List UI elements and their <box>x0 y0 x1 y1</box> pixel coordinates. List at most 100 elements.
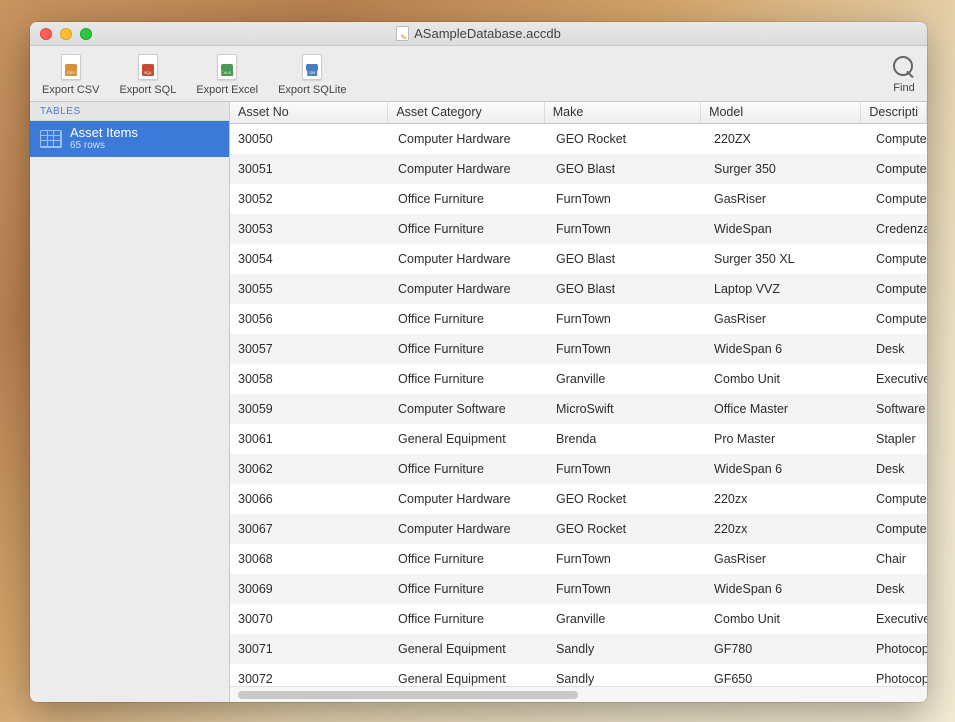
table-cell[interactable]: Office Furniture <box>390 582 548 596</box>
table-cell[interactable]: Computer Hardware <box>390 522 548 536</box>
table-cell[interactable]: 30051 <box>230 162 390 176</box>
table-cell[interactable]: Office Furniture <box>390 462 548 476</box>
table-cell[interactable]: GEO Blast <box>548 282 706 296</box>
table-cell[interactable]: Computer Hardware <box>390 492 548 506</box>
table-cell[interactable]: Compute <box>868 312 927 326</box>
table-cell[interactable]: WideSpan 6 <box>706 462 868 476</box>
export-sqlite-button[interactable]: DB Export SQLite <box>274 50 350 98</box>
table-cell[interactable]: GF650 <box>706 672 868 686</box>
zoom-button[interactable] <box>80 28 92 40</box>
table-cell[interactable]: GEO Blast <box>548 252 706 266</box>
table-cell[interactable]: 30052 <box>230 192 390 206</box>
table-cell[interactable]: Compute <box>868 282 927 296</box>
table-cell[interactable]: Office Furniture <box>390 192 548 206</box>
table-cell[interactable]: GEO Rocket <box>548 492 706 506</box>
table-cell[interactable]: Chair <box>868 552 927 566</box>
table-row[interactable]: 30055Computer HardwareGEO BlastLaptop VV… <box>230 274 927 304</box>
table-body[interactable]: 30050Computer HardwareGEO Rocket220ZXCom… <box>230 124 927 686</box>
table-cell[interactable]: FurnTown <box>548 462 706 476</box>
column-description[interactable]: Descripti <box>861 102 927 123</box>
table-cell[interactable]: GEO Rocket <box>548 132 706 146</box>
table-cell[interactable]: WideSpan 6 <box>706 582 868 596</box>
horizontal-scroll-thumb[interactable] <box>238 691 578 699</box>
column-make[interactable]: Make <box>545 102 701 123</box>
table-cell[interactable]: 30055 <box>230 282 390 296</box>
table-cell[interactable]: Computer Hardware <box>390 282 548 296</box>
table-cell[interactable]: FurnTown <box>548 342 706 356</box>
table-row[interactable]: 30070Office FurnitureGranvilleCombo Unit… <box>230 604 927 634</box>
table-cell[interactable]: Credenza <box>868 222 927 236</box>
table-row[interactable]: 30071General EquipmentSandlyGF780Photoco… <box>230 634 927 664</box>
export-csv-button[interactable]: CSV Export CSV <box>38 50 103 98</box>
table-cell[interactable]: GasRiser <box>706 192 868 206</box>
table-cell[interactable]: 30068 <box>230 552 390 566</box>
table-cell[interactable]: Granville <box>548 612 706 626</box>
table-cell[interactable]: Combo Unit <box>706 372 868 386</box>
table-cell[interactable]: 30059 <box>230 402 390 416</box>
table-row[interactable]: 30066Computer HardwareGEO Rocket220zxCom… <box>230 484 927 514</box>
table-cell[interactable]: 30072 <box>230 672 390 686</box>
table-cell[interactable]: 220zx <box>706 492 868 506</box>
horizontal-scrollbar[interactable] <box>230 686 927 702</box>
table-cell[interactable]: Sandly <box>548 642 706 656</box>
table-cell[interactable]: Granville <box>548 372 706 386</box>
table-cell[interactable]: GEO Blast <box>548 162 706 176</box>
table-cell[interactable]: 30057 <box>230 342 390 356</box>
table-cell[interactable]: Executive <box>868 612 927 626</box>
table-row[interactable]: 30069Office FurnitureFurnTownWideSpan 6D… <box>230 574 927 604</box>
table-cell[interactable]: General Equipment <box>390 432 548 446</box>
table-cell[interactable]: 30053 <box>230 222 390 236</box>
table-row[interactable]: 30067Computer HardwareGEO Rocket220zxCom… <box>230 514 927 544</box>
table-cell[interactable]: WideSpan 6 <box>706 342 868 356</box>
table-cell[interactable]: Computer Hardware <box>390 132 548 146</box>
table-cell[interactable]: WideSpan <box>706 222 868 236</box>
table-cell[interactable]: GasRiser <box>706 552 868 566</box>
table-cell[interactable]: Executive <box>868 372 927 386</box>
export-sql-button[interactable]: SQL Export SQL <box>115 50 180 98</box>
table-row[interactable]: 30053Office FurnitureFurnTownWideSpanCre… <box>230 214 927 244</box>
table-cell[interactable]: 220zx <box>706 522 868 536</box>
table-row[interactable]: 30068Office FurnitureFurnTownGasRiserCha… <box>230 544 927 574</box>
table-cell[interactable]: General Equipment <box>390 642 548 656</box>
sidebar-table-asset-items[interactable]: Asset Items 65 rows <box>30 121 229 157</box>
table-row[interactable]: 30056Office FurnitureFurnTownGasRiserCom… <box>230 304 927 334</box>
table-cell[interactable]: Office Furniture <box>390 552 548 566</box>
table-cell[interactable]: GEO Rocket <box>548 522 706 536</box>
table-row[interactable]: 30058Office FurnitureGranvilleCombo Unit… <box>230 364 927 394</box>
table-cell[interactable]: Office Furniture <box>390 342 548 356</box>
column-asset-no[interactable]: Asset No <box>230 102 388 123</box>
table-cell[interactable]: FurnTown <box>548 582 706 596</box>
table-cell[interactable]: Computer Hardware <box>390 252 548 266</box>
table-cell[interactable]: Stapler <box>868 432 927 446</box>
table-cell[interactable]: Sandly <box>548 672 706 686</box>
table-cell[interactable]: 30054 <box>230 252 390 266</box>
table-cell[interactable]: 30070 <box>230 612 390 626</box>
column-model[interactable]: Model <box>701 102 861 123</box>
export-excel-button[interactable]: XLS Export Excel <box>192 50 262 98</box>
minimize-button[interactable] <box>60 28 72 40</box>
table-cell[interactable]: 30061 <box>230 432 390 446</box>
table-cell[interactable]: Computer Hardware <box>390 162 548 176</box>
table-cell[interactable]: Surger 350 <box>706 162 868 176</box>
table-cell[interactable]: Office Furniture <box>390 612 548 626</box>
table-row[interactable]: 30072General EquipmentSandlyGF650Photoco… <box>230 664 927 686</box>
table-row[interactable]: 30062Office FurnitureFurnTownWideSpan 6D… <box>230 454 927 484</box>
table-cell[interactable]: Compute <box>868 132 927 146</box>
table-row[interactable]: 30054Computer HardwareGEO BlastSurger 35… <box>230 244 927 274</box>
table-cell[interactable]: Desk <box>868 342 927 356</box>
table-cell[interactable]: Software <box>868 402 927 416</box>
table-cell[interactable]: Photocop <box>868 642 927 656</box>
table-cell[interactable]: FurnTown <box>548 312 706 326</box>
table-cell[interactable]: 30069 <box>230 582 390 596</box>
table-row[interactable]: 30050Computer HardwareGEO Rocket220ZXCom… <box>230 124 927 154</box>
table-row[interactable]: 30057Office FurnitureFurnTownWideSpan 6D… <box>230 334 927 364</box>
table-row[interactable]: 30051Computer HardwareGEO BlastSurger 35… <box>230 154 927 184</box>
table-cell[interactable]: 220ZX <box>706 132 868 146</box>
table-cell[interactable]: 30066 <box>230 492 390 506</box>
table-row[interactable]: 30061General EquipmentBrendaPro MasterSt… <box>230 424 927 454</box>
table-cell[interactable]: GasRiser <box>706 312 868 326</box>
table-cell[interactable]: 30058 <box>230 372 390 386</box>
table-cell[interactable]: Desk <box>868 462 927 476</box>
table-row[interactable]: 30052Office FurnitureFurnTownGasRiserCom… <box>230 184 927 214</box>
table-cell[interactable]: 30050 <box>230 132 390 146</box>
